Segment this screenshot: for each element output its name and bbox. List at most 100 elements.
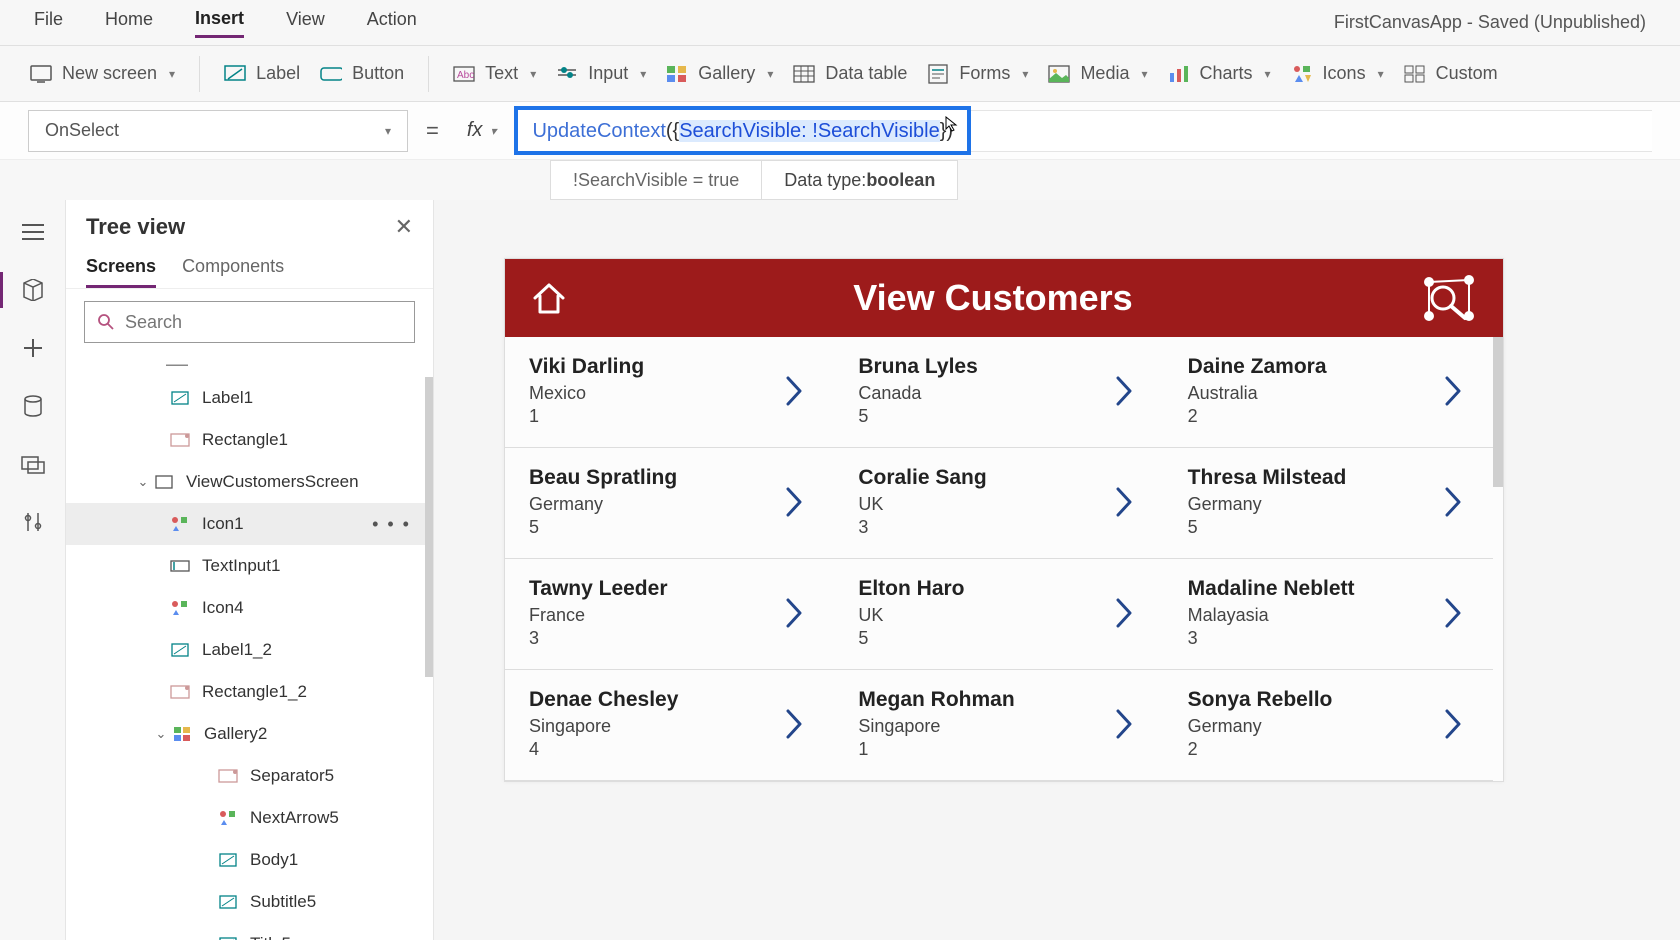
menu-insert[interactable]: Insert (195, 8, 244, 38)
collapse-handle[interactable]: — (66, 351, 433, 377)
chevron-down-icon[interactable]: ⌄ (152, 726, 170, 742)
gallery-button[interactable]: Gallery ▾ (656, 57, 783, 91)
tree-search[interactable] (84, 301, 415, 343)
gallery-item[interactable]: Thresa MilsteadGermany5 (1164, 448, 1493, 558)
tree-label: ViewCustomersScreen (186, 472, 359, 492)
chevron-down-icon: ▾ (385, 124, 391, 138)
tree-node-rect12[interactable]: Rectangle1_2 (66, 671, 433, 713)
equals-sign: = (426, 118, 439, 144)
formula-fn: UpdateContext (532, 120, 665, 142)
button-label: Button (352, 63, 404, 84)
gallery-item[interactable]: Megan RohmanSingapore1 (834, 670, 1163, 780)
formula-input[interactable]: UpdateContext({SearchVisible: !SearchVis… (514, 106, 971, 155)
tree-view-icon[interactable] (19, 276, 47, 304)
customer-name: Tawny Leeder (529, 577, 668, 601)
chevron-down-icon[interactable]: ⌄ (134, 474, 152, 490)
app-preview[interactable]: View Customers Viki DarlingMexico1Bruna … (504, 258, 1504, 782)
more-icon[interactable]: • • • (372, 514, 411, 535)
tree-node-icon1[interactable]: Icon1• • • (66, 503, 433, 545)
chevron-right-icon[interactable] (784, 374, 806, 408)
tab-components[interactable]: Components (182, 248, 284, 288)
chevron-right-icon[interactable] (1114, 485, 1136, 519)
data-table-button[interactable]: Data table (783, 57, 917, 91)
search-input[interactable] (125, 312, 402, 333)
preview-scrollbar[interactable] (1493, 337, 1503, 781)
chevron-right-icon[interactable] (1443, 485, 1465, 519)
tree-node-sep5[interactable]: Separator5 (66, 755, 433, 797)
button-button[interactable]: Button (310, 57, 414, 91)
gallery-item[interactable]: Beau SpratlingGermany5 (505, 448, 834, 558)
forms-button[interactable]: Forms ▾ (917, 57, 1038, 91)
tree-label: Body1 (250, 850, 298, 870)
chevron-right-icon[interactable] (784, 596, 806, 630)
tree-node-label1[interactable]: Label1 (66, 377, 433, 419)
customer-number: 1 (529, 406, 644, 427)
customer-name: Viki Darling (529, 355, 644, 379)
tab-screens[interactable]: Screens (86, 248, 156, 288)
tree-node-label12[interactable]: Label1_2 (66, 629, 433, 671)
gallery[interactable]: Viki DarlingMexico1Bruna LylesCanada5Dai… (505, 337, 1493, 781)
forms-icon (927, 63, 949, 85)
formula-rest[interactable] (971, 110, 1652, 152)
customer-name: Coralie Sang (858, 466, 986, 490)
chevron-right-icon[interactable] (1443, 707, 1465, 741)
label-button[interactable]: Label (214, 57, 310, 91)
search-graph-icon[interactable] (1417, 270, 1479, 326)
media-rail-icon[interactable] (19, 450, 47, 478)
tree-label: Rectangle1_2 (202, 682, 307, 702)
tree-node-screen[interactable]: ⌄ ViewCustomersScreen (66, 461, 433, 503)
menu-view[interactable]: View (286, 9, 325, 36)
tree-node-next5[interactable]: NextArrow5 (66, 797, 433, 839)
text-button[interactable]: Abc Text ▾ (443, 57, 546, 91)
chevron-right-icon[interactable] (784, 485, 806, 519)
chevron-right-icon[interactable] (1443, 596, 1465, 630)
chevron-right-icon[interactable] (1114, 374, 1136, 408)
gallery-item[interactable]: Bruna LylesCanada5 (834, 337, 1163, 447)
gallery-item[interactable]: Denae ChesleySingapore4 (505, 670, 834, 780)
insert-icon[interactable] (19, 334, 47, 362)
new-screen-button[interactable]: New screen ▾ (20, 57, 185, 91)
gallery-item[interactable]: Coralie SangUK3 (834, 448, 1163, 558)
media-button[interactable]: Media ▾ (1038, 57, 1157, 91)
tree-node-body1[interactable]: Body1 (66, 839, 433, 881)
separator (428, 56, 429, 92)
scrollbar-thumb[interactable] (425, 377, 433, 677)
chevron-right-icon[interactable] (1114, 707, 1136, 741)
chevron-right-icon[interactable] (1114, 596, 1136, 630)
gallery-item[interactable]: Viki DarlingMexico1 (505, 337, 834, 447)
menu-action[interactable]: Action (367, 9, 417, 36)
gallery-item[interactable]: Sonya RebelloGermany2 (1164, 670, 1493, 780)
close-icon[interactable]: ✕ (395, 214, 413, 240)
tree-node-title5[interactable]: Title5 (66, 923, 433, 940)
tree-label: Separator5 (250, 766, 334, 786)
scrollbar-thumb[interactable] (1493, 337, 1503, 487)
customer-name: Madaline Neblett (1188, 577, 1355, 601)
home-icon[interactable] (529, 278, 569, 318)
tools-icon[interactable] (19, 508, 47, 536)
tree-node-rect1[interactable]: Rectangle1 (66, 419, 433, 461)
chevron-right-icon[interactable] (1443, 374, 1465, 408)
property-selector[interactable]: OnSelect ▾ (28, 110, 408, 152)
gallery-item[interactable]: Madaline NeblettMalayasia3 (1164, 559, 1493, 669)
tree-node-icon4[interactable]: Icon4 (66, 587, 433, 629)
chevron-right-icon[interactable] (784, 707, 806, 741)
fx-button[interactable]: fx ▾ (467, 119, 497, 142)
menu-file[interactable]: File (34, 9, 63, 36)
tree-node-textinput1[interactable]: TextInput1 (66, 545, 433, 587)
hamburger-icon[interactable] (19, 218, 47, 246)
tree-node-gallery2[interactable]: ⌄Gallery2 (66, 713, 433, 755)
tree-node-sub5[interactable]: Subtitle5 (66, 881, 433, 923)
charts-button[interactable]: Charts ▾ (1158, 57, 1281, 91)
custom-button[interactable]: Custom (1394, 57, 1508, 91)
formula-bar: OnSelect ▾ = fx ▾ UpdateContext({SearchV… (0, 102, 1680, 160)
gallery-item[interactable]: Elton HaroUK5 (834, 559, 1163, 669)
gallery-item[interactable]: Tawny LeederFrance3 (505, 559, 834, 669)
data-icon[interactable] (19, 392, 47, 420)
gallery-row: Tawny LeederFrance3Elton HaroUK5Madaline… (505, 559, 1493, 670)
menu-home[interactable]: Home (105, 9, 153, 36)
input-button[interactable]: Input ▾ (546, 57, 656, 91)
customer-country: Singapore (529, 716, 678, 737)
media-label: Media (1080, 63, 1129, 84)
icons-button[interactable]: Icons ▾ (1281, 57, 1394, 91)
gallery-item[interactable]: Daine ZamoraAustralia2 (1164, 337, 1493, 447)
